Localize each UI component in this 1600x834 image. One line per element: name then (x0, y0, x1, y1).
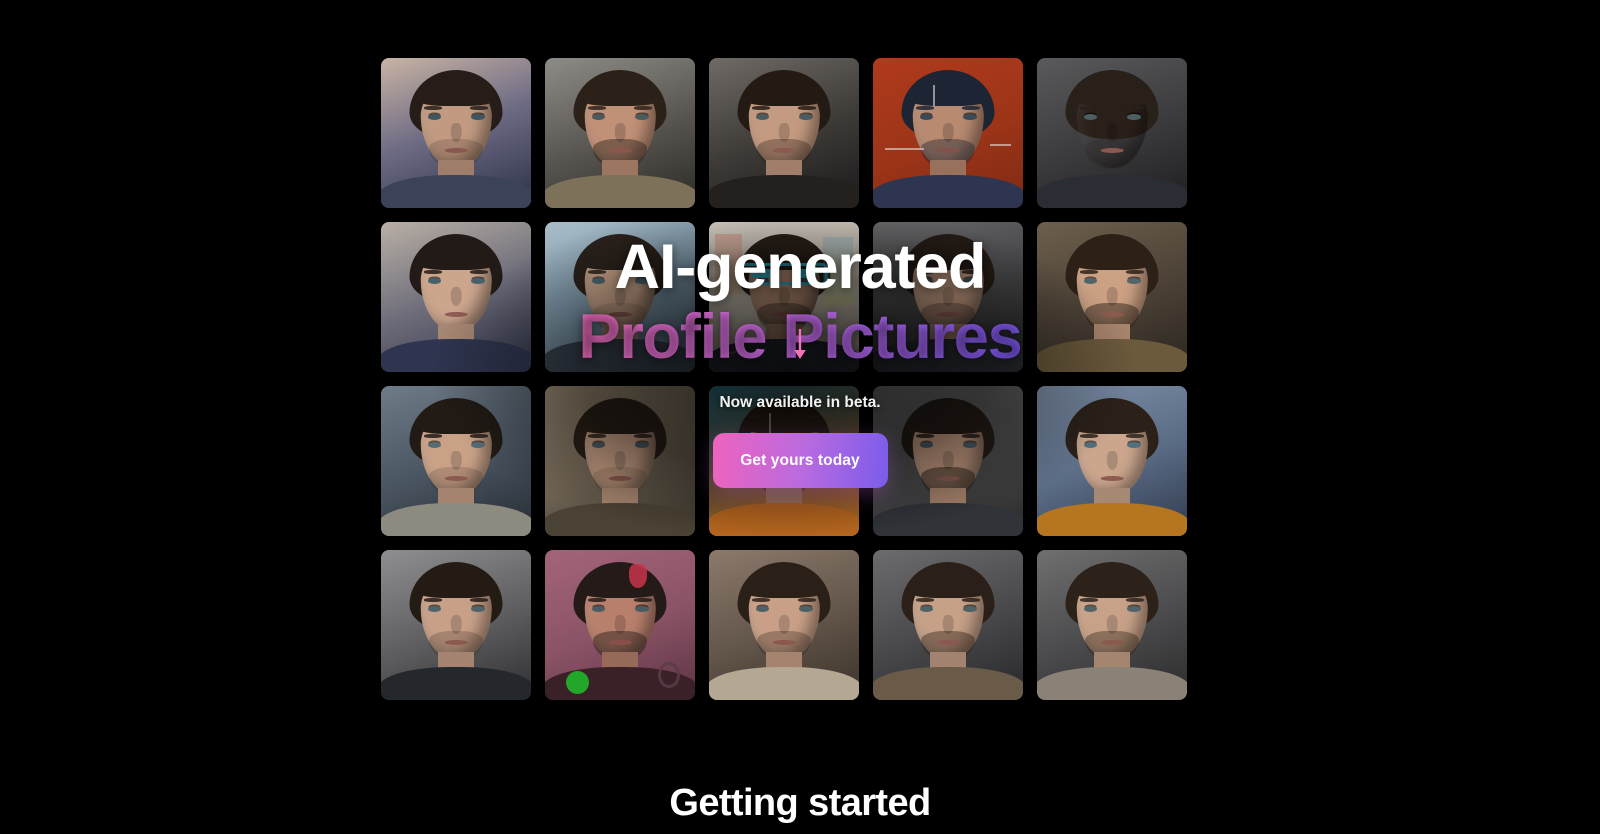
getting-started-section: Getting started (0, 782, 1600, 825)
headline-line-1: AI-generated (614, 232, 987, 302)
portrait-figure (873, 550, 1023, 700)
arrow-down-icon[interactable] (791, 329, 809, 361)
portrait-figure (381, 550, 531, 700)
portrait-figure (1037, 58, 1187, 208)
cta-wrapper: Get yours today (0, 433, 1600, 488)
hero-section: AI-generated Profile Pictures Now availa… (0, 0, 1600, 760)
portrait-figure (709, 550, 859, 700)
gallery-portrait-tile[interactable] (381, 58, 531, 208)
gallery-portrait-tile[interactable] (1037, 550, 1187, 700)
gallery-portrait-tile[interactable] (545, 550, 695, 700)
gallery-portrait-tile[interactable] (873, 58, 1023, 208)
gallery-portrait-tile[interactable] (709, 58, 859, 208)
gallery-portrait-tile[interactable] (873, 550, 1023, 700)
portrait-accent-lines (873, 58, 1023, 208)
beta-notice: Now available in beta. (719, 394, 881, 411)
gallery-portrait-tile[interactable] (1037, 58, 1187, 208)
gallery-portrait-tile[interactable] (709, 550, 859, 700)
hair-streak-accent (629, 563, 647, 588)
portrait-figure (545, 58, 695, 208)
getting-started-title: Getting started (669, 782, 931, 824)
portrait-figure (381, 58, 531, 208)
landing-page: AI-generated Profile Pictures Now availa… (0, 0, 1600, 834)
hoop-earring-accent (658, 662, 680, 688)
portrait-figure (1037, 550, 1187, 700)
get-yours-today-button[interactable]: Get yours today (712, 433, 888, 488)
portrait-figure (709, 58, 859, 208)
gallery-portrait-tile[interactable] (545, 58, 695, 208)
gallery-portrait-tile[interactable] (381, 550, 531, 700)
green-dot-accent (566, 671, 589, 694)
